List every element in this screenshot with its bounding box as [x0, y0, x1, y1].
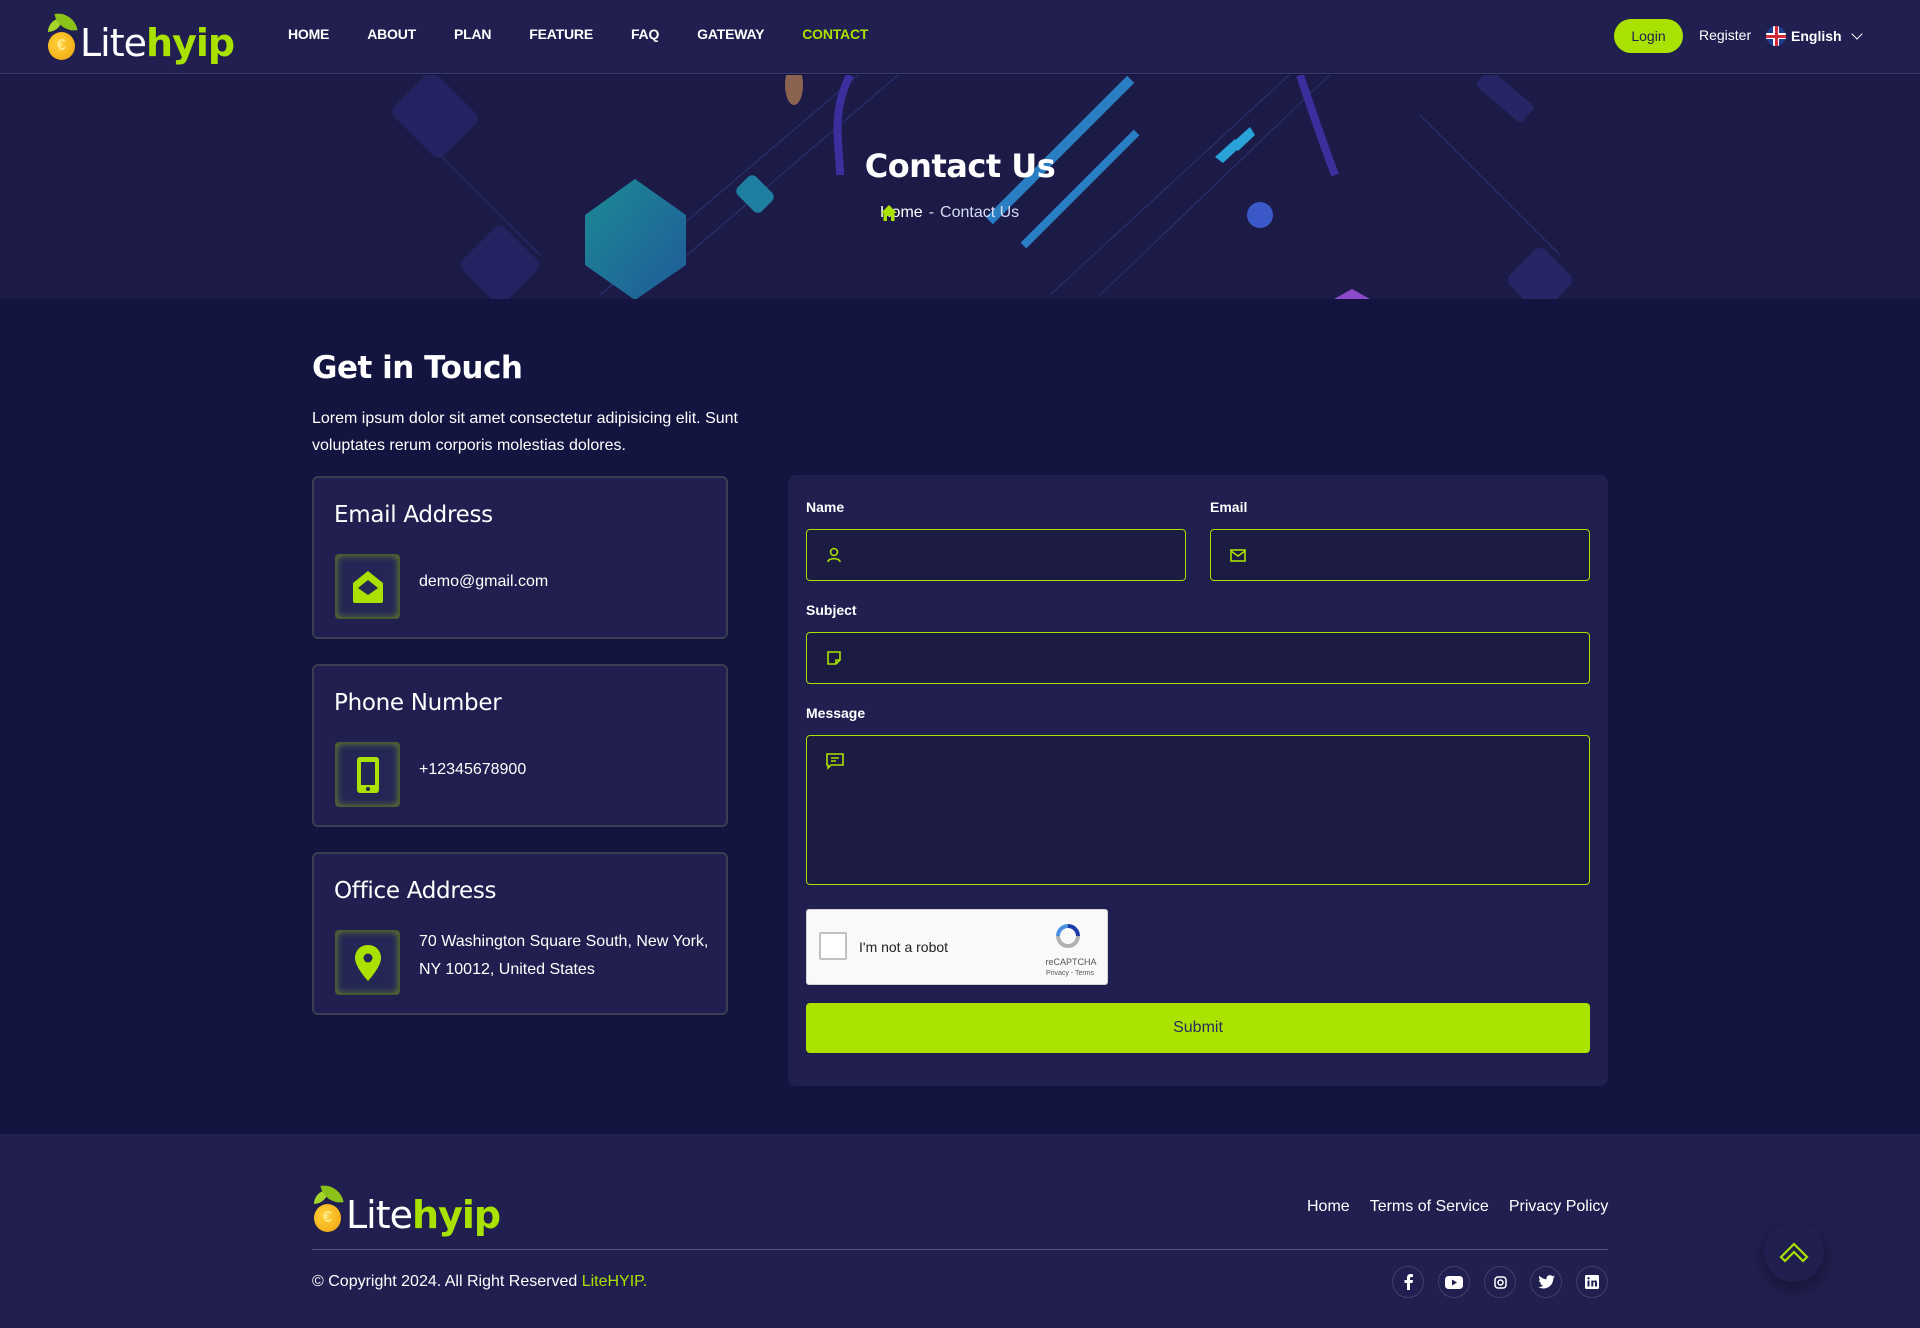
message-field[interactable]	[806, 735, 1590, 885]
phone-info-card: Phone Number +12345678900	[312, 664, 728, 827]
section-description: Lorem ipsum dolor sit amet consectetur a…	[312, 410, 738, 454]
subject-field[interactable]	[806, 632, 1590, 684]
footer-link-privacy[interactable]: Privacy Policy	[1509, 1198, 1609, 1216]
language-label: English	[1791, 28, 1842, 44]
message-label: Message	[806, 705, 866, 721]
office-address-value: 70 Washington Square South, New York, NY…	[419, 933, 709, 978]
logo-text-lite: Lite	[346, 1193, 413, 1237]
card-title: Phone Number	[334, 690, 502, 716]
logo-mark-icon: €	[46, 10, 78, 62]
footer-link-terms[interactable]: Terms of Service	[1370, 1198, 1489, 1216]
card-title: Office Address	[334, 878, 497, 904]
register-link[interactable]: Register	[1699, 27, 1751, 43]
logo-text-hyip: hyip	[412, 1193, 501, 1237]
nav-about[interactable]: ABOUT	[367, 26, 416, 42]
site-header: € Lite hyip HOME ABOUT PLAN FEATURE FAQ G…	[0, 0, 1920, 74]
email-field[interactable]	[1210, 529, 1590, 581]
subject-label: Subject	[806, 602, 857, 618]
name-label: Name	[806, 499, 845, 515]
nav-contact[interactable]: CONTACT	[802, 26, 868, 42]
map-marker-icon	[335, 930, 400, 995]
email-value: demo@gmail.com	[419, 573, 549, 590]
banner-decoration	[392, 75, 1573, 299]
user-icon	[827, 547, 841, 563]
recaptcha-label: I'm not a robot	[859, 939, 949, 955]
copyright-text: © Copyright 2024. All Right Reserved Lit…	[312, 1273, 647, 1291]
language-selector[interactable]: English	[1766, 26, 1863, 46]
footer-divider	[312, 1249, 1608, 1250]
nav-gateway[interactable]: GATEWAY	[697, 26, 764, 42]
card-title: Email Address	[334, 502, 493, 528]
footer-links: Home Terms of Service Privacy Policy	[1307, 1198, 1608, 1216]
page-title: Contact Us	[864, 147, 1056, 185]
scroll-to-top-button[interactable]	[1764, 1222, 1824, 1282]
subject-input[interactable]	[855, 633, 1581, 683]
message-textarea[interactable]	[855, 752, 1581, 884]
nav-plan[interactable]: PLAN	[454, 26, 492, 42]
recaptcha-logo-icon	[1056, 924, 1080, 948]
home-icon	[881, 205, 897, 221]
copyright-prefix: © Copyright 2024. All Right Reserved	[312, 1273, 582, 1290]
submit-button[interactable]: Submit	[806, 1003, 1590, 1053]
breadcrumb-separator: -	[928, 204, 935, 221]
nav-faq[interactable]: FAQ	[631, 26, 659, 42]
uk-flag-icon	[1766, 26, 1786, 46]
envelope-icon	[1230, 549, 1246, 562]
logo-mark-icon: €	[312, 1182, 344, 1234]
login-button[interactable]: Login	[1614, 19, 1683, 53]
recaptcha-widget: I'm not a robot reCAPTCHA Privacy - Term…	[806, 909, 1108, 985]
comment-icon	[826, 753, 844, 770]
facebook-icon[interactable]	[1392, 1266, 1424, 1298]
recaptcha-brand: reCAPTCHA	[1045, 957, 1097, 967]
email-label: Email	[1210, 499, 1248, 515]
recaptcha-terms-link[interactable]: Privacy - Terms	[1035, 970, 1105, 977]
office-info-card: Office Address 70 Washington Square Sout…	[312, 852, 728, 1015]
site-footer	[0, 1134, 1920, 1328]
main-nav: HOME ABOUT PLAN FEATURE FAQ GATEWAY CONT…	[288, 26, 906, 42]
footer-logo[interactable]: € Lite hyip	[312, 1182, 501, 1237]
double-chevron-up-icon	[1779, 1242, 1809, 1263]
youtube-icon[interactable]	[1438, 1266, 1470, 1298]
envelope-open-icon	[335, 554, 400, 619]
email-input[interactable]	[1259, 530, 1581, 580]
logo-text-lite: Lite	[80, 21, 147, 65]
breadcrumb-current: Contact Us	[940, 204, 1020, 221]
recaptcha-checkbox[interactable]	[819, 932, 847, 960]
copyright-brand-link[interactable]: LiteHYIP.	[582, 1273, 648, 1290]
phone-value: +12345678900	[419, 761, 527, 778]
linkedin-icon[interactable]	[1576, 1266, 1608, 1298]
footer-link-home[interactable]: Home	[1307, 1198, 1350, 1216]
nav-home[interactable]: HOME	[288, 26, 329, 42]
nav-feature[interactable]: FEATURE	[529, 26, 593, 42]
twitter-icon[interactable]	[1530, 1266, 1562, 1298]
mobile-phone-icon	[335, 742, 400, 807]
chevron-down-icon	[1850, 28, 1863, 40]
breadcrumb: Home - Contact Us	[880, 204, 1019, 222]
sticky-note-icon	[827, 651, 841, 665]
section-title: Get in Touch	[312, 350, 523, 386]
page-banner: Contact Us Home - Contact Us	[0, 75, 1920, 299]
social-links	[1392, 1266, 1608, 1298]
name-field[interactable]	[806, 529, 1186, 581]
logo-text-hyip: hyip	[146, 21, 235, 65]
name-input[interactable]	[855, 530, 1177, 580]
site-logo[interactable]: € Lite hyip	[46, 10, 235, 65]
instagram-icon[interactable]	[1484, 1266, 1516, 1298]
email-info-card: Email Address demo@gmail.com	[312, 476, 728, 639]
